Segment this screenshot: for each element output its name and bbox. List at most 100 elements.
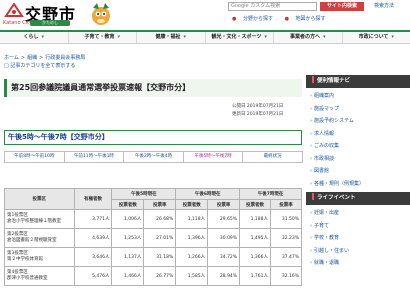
turnout-table: 投票区 有権者数 午後5時現在 午後6時現在 午後7時現在 投票者数 投票率 投… xyxy=(4,188,303,286)
sidebar-item-consult[interactable]: › 市政相談 xyxy=(310,153,410,166)
rate-cell: 26.77% xyxy=(143,266,177,286)
breadcrumb-committee[interactable]: 行政委員会事務局 xyxy=(45,55,85,61)
chevron-right-icon: › xyxy=(310,180,312,187)
search-input[interactable]: Google カスタム検索 xyxy=(228,2,317,11)
tab-2pm-4pm[interactable]: 午後2時〜午後4時 xyxy=(123,151,184,163)
table-row: 第1投票区 倉治小学校整理棟１階教室 3,771人 1,006人 26.68% … xyxy=(4,209,303,229)
rate-cell: 32.23% xyxy=(269,228,303,248)
header-rate: 投票率 xyxy=(143,199,177,210)
search-help-link[interactable]: 検索方法 xyxy=(374,2,394,11)
sidebar-nav-heading: 便利情報ナビ xyxy=(306,75,410,88)
header-voters: 有権者数 xyxy=(73,188,113,210)
chevron-down-icon: ▾ xyxy=(391,34,394,40)
voted-cell: 1,253人 xyxy=(111,228,145,248)
voted-cell: 1,466人 xyxy=(111,266,145,286)
tab-5pm-7pm[interactable]: 午後5時〜午後7時 xyxy=(182,151,244,163)
header-7pm: 午後7時現在 xyxy=(239,188,302,200)
updated-date: 更新日 2019年07月21日 xyxy=(232,112,284,117)
site-header: 交野市 Katano City かたのし Google カスタム検索 サイト内検… xyxy=(0,0,410,27)
sidebar-item-childcare[interactable]: › 子育て xyxy=(310,220,410,233)
chevron-right-icon: › xyxy=(310,168,312,174)
table-row: 第4投票区 郡津小学校普通教室 5,476人 1,466人 26.77% 1,5… xyxy=(4,266,303,286)
voted-cell: 1,495人 xyxy=(239,228,271,248)
voted-cell: 1,006人 xyxy=(111,209,145,229)
rate-cell: 26.68% xyxy=(143,209,177,229)
district-cell: 第2投票区 倉治図書館２階視聴覚室 xyxy=(4,228,75,248)
sidebar-item-library[interactable]: › 図書館 xyxy=(310,165,410,178)
tab-8am-10am[interactable]: 午前8時〜午前10時 xyxy=(4,151,65,163)
chevron-right-icon: › xyxy=(310,247,312,254)
utility-links: ● 分野から探す ● 地図から探す xyxy=(232,15,336,22)
chevron-down-icon: ▾ xyxy=(264,34,267,40)
sidebar: 便利情報ナビ › 組織案内 › 施設マップ › 施設予約システム › 求人情報 › ごみの… xyxy=(306,75,410,270)
logo-kana: かたのし xyxy=(30,20,70,26)
chevron-right-icon: › xyxy=(310,260,312,266)
bullet-icon: ● xyxy=(232,16,237,22)
sidebar-item-facility-map[interactable]: › 施設マップ xyxy=(310,103,410,116)
voted-cell: 1,118人 xyxy=(175,209,209,229)
heading-bar-icon xyxy=(312,76,314,83)
voted-cell: 1,137人 xyxy=(111,247,145,267)
voters-cell: 3,646人 xyxy=(73,247,113,267)
logo-english: Katano City xyxy=(3,20,32,26)
header-voted: 投票者数 xyxy=(239,199,271,210)
header-rate: 投票率 xyxy=(207,199,241,210)
header-6pm: 午後6時現在 xyxy=(175,188,241,200)
gnav-item-childcare[interactable]: 子育て・教育 ▾ xyxy=(69,32,137,43)
gnav-item-tourism[interactable]: 観光・文化・スポーツ ▾ xyxy=(206,32,274,43)
sidebar-item-pregnancy[interactable]: › 妊娠・出産 xyxy=(310,207,410,220)
sidebar-item-employment[interactable]: › 就職・退職 xyxy=(310,257,410,270)
rate-cell: 28.94% xyxy=(207,266,241,286)
time-tabs: 午前8時〜午前10時 午前11時〜午後1時 午後2時〜午後4時 午後5時〜午後7… xyxy=(4,151,303,163)
table-row: 第2投票区 倉治図書館２階視聴覚室 4,639人 1,253人 27.01% 1… xyxy=(4,228,303,248)
chevron-right-icon: › xyxy=(310,210,312,216)
rate-cell: 27.01% xyxy=(143,228,177,248)
table-row: 第3投票区 第２中学校体育館 3,646人 1,137人 31.18% 1,26… xyxy=(4,247,303,267)
rate-cell: 30.09% xyxy=(207,228,241,248)
sidebar-item-garbage[interactable]: › ごみの収集 xyxy=(310,140,410,153)
gnav-item-business[interactable]: 事業者の方へ ▾ xyxy=(274,32,343,43)
browse-by-map-link[interactable]: ● 地図から探す xyxy=(285,16,331,22)
breadcrumb: ホーム > 組織 > 行政委員会事務局 xyxy=(4,55,86,61)
show-categories-link[interactable]: □ 記事カテゴリを全て表示する xyxy=(4,62,75,69)
chevron-right-icon: › xyxy=(310,93,312,99)
rate-cell: 29.65% xyxy=(207,209,241,229)
gnav-item-life[interactable]: くらし ▾ xyxy=(0,32,69,43)
breadcrumb-org[interactable]: 組織 xyxy=(27,55,37,61)
voted-cell: 1,396人 xyxy=(175,228,209,248)
mascot-icon xyxy=(92,3,110,25)
district-cell: 第3投票区 第２中学校体育館 xyxy=(4,247,75,267)
header-voted: 投票者数 xyxy=(175,199,209,210)
breadcrumb-home[interactable]: ホーム xyxy=(4,55,19,61)
published-date: 公開日 2019年07月21日 xyxy=(232,104,284,109)
rate-cell: 34.72% xyxy=(207,247,241,267)
chevron-right-icon: › xyxy=(310,222,312,229)
gnav-item-citygov[interactable]: 市政について ▾ xyxy=(343,32,410,43)
voted-cell: 1,188人 xyxy=(239,209,271,229)
global-nav: くらし ▾ 子育て・教育 ▾ 健康・福祉 ▾ 観光・文化・スポーツ ▾ 事業者の方へ ▾ … xyxy=(0,30,410,44)
sidebar-item-regulations[interactable]: › 各種・規則（例規集） xyxy=(310,178,410,191)
tab-11am-1pm[interactable]: 午前11時〜午後1時 xyxy=(63,151,125,163)
district-cell: 第4投票区 郡津小学校普通教室 xyxy=(4,266,75,286)
sidebar-item-school[interactable]: › 学校・教育 xyxy=(310,232,410,245)
browse-by-field-link[interactable]: ● 分野から探す xyxy=(232,16,278,22)
header-5pm: 午後5時現在 xyxy=(111,188,177,200)
district-cell: 第1投票区 倉治小学校整理棟１階教室 xyxy=(4,209,75,229)
city-emblem-icon xyxy=(4,3,24,17)
gnav-item-health[interactable]: 健康・福祉 ▾ xyxy=(137,32,206,43)
chevron-right-icon: › xyxy=(310,155,312,162)
tab-final[interactable]: 最終状況 xyxy=(242,151,303,163)
site-search-button[interactable]: サイト内検索 xyxy=(320,2,364,11)
rate-cell: 32.16% xyxy=(269,266,303,286)
chevron-right-icon: › xyxy=(310,105,312,112)
section-heading: 午後5時〜午後7時【交野市分】 xyxy=(4,130,302,145)
chevron-right-icon: › xyxy=(310,118,312,124)
sidebar-item-reservation[interactable]: › 施設予約システム xyxy=(310,115,410,128)
sidebar-item-moving[interactable]: › 引越し・住まい xyxy=(310,245,410,258)
voters-cell: 4,639人 xyxy=(73,228,113,248)
chevron-right-icon: › xyxy=(310,235,312,241)
chevron-down-icon: ▾ xyxy=(323,34,326,40)
rate-cell: 31.50% xyxy=(269,209,303,229)
sidebar-item-org[interactable]: › 組織案内 xyxy=(310,90,410,103)
sidebar-item-jobs[interactable]: › 求人情報 xyxy=(310,128,410,141)
